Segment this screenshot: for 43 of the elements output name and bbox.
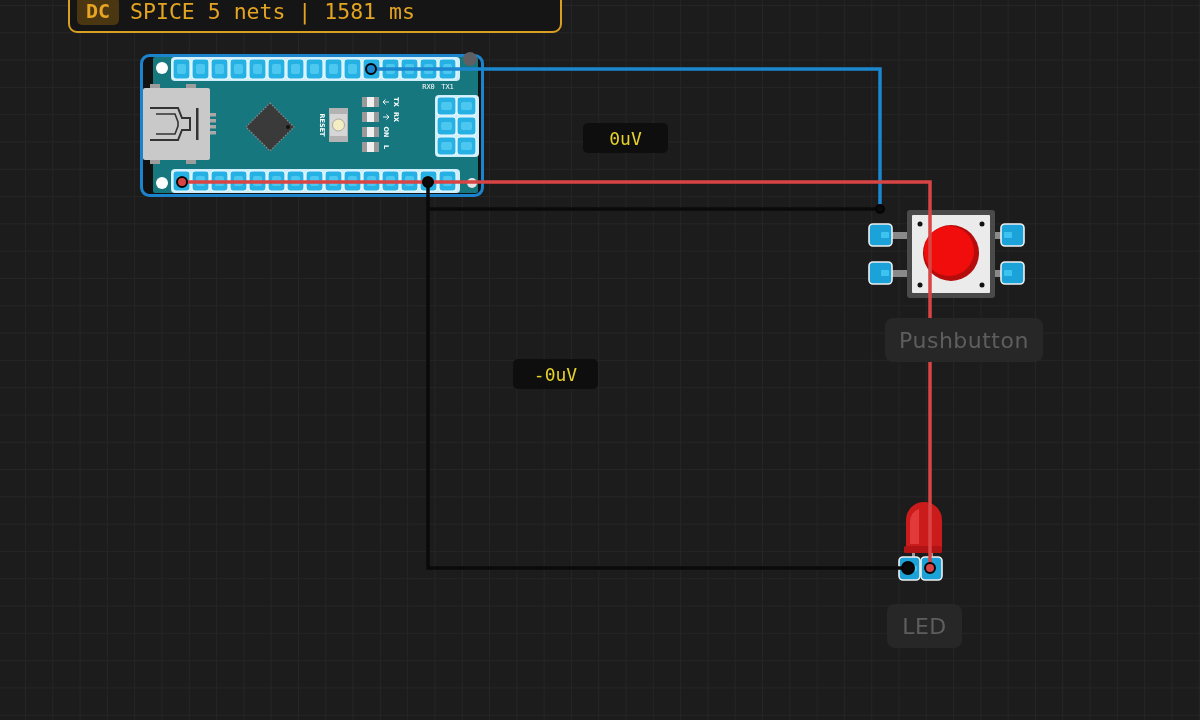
wire-end-dot-icon: [924, 562, 936, 574]
header-pin: [456, 96, 477, 116]
voltage-reading: 0uV: [583, 123, 668, 153]
header-pin: [172, 58, 191, 80]
header-pin: [324, 58, 343, 80]
mounting-hole-icon: [467, 178, 477, 188]
header-pin: [191, 58, 210, 80]
header-pin: [343, 58, 362, 80]
arrow-icon: [382, 99, 390, 105]
mode-badge: DC: [77, 0, 120, 25]
header-pin: [456, 136, 477, 156]
status-text: SPICE 5 nets | 1581 ms: [130, 0, 415, 24]
arrow-icon: [382, 114, 390, 120]
mounting-hole-icon: [156, 62, 168, 74]
terminal-pin: [1000, 223, 1025, 247]
header-pin: [210, 58, 229, 80]
wire-end-dot-icon: [422, 176, 434, 188]
wire-end-dot-icon: [875, 204, 885, 214]
header-pin: [305, 58, 324, 80]
reset-button-icon: [329, 108, 348, 142]
terminal-pin: [1000, 261, 1025, 285]
header-pin: [436, 96, 457, 116]
header-pin: [248, 58, 267, 80]
header-pin: [286, 58, 305, 80]
corner-dot-icon: [463, 52, 477, 66]
led-indicator-icon: [362, 127, 379, 137]
header-pin: [436, 136, 457, 156]
header-pin: [267, 58, 286, 80]
terminal-pin: [868, 261, 893, 285]
terminal-pin: [868, 223, 893, 247]
wire-end-dot-icon: [365, 63, 377, 75]
led-indicator-icon: [362, 97, 379, 107]
header-pin: [436, 116, 457, 136]
wire-end-dot-icon: [901, 561, 915, 575]
header-pin: [229, 58, 248, 80]
led-indicator-icon: [362, 142, 379, 152]
voltage-reading: -0uV: [513, 359, 598, 389]
microcontroller-chip: [245, 102, 295, 152]
mounting-hole-icon: [156, 177, 168, 189]
led-indicator-icon: [362, 112, 379, 122]
header-pin: [456, 116, 477, 136]
push-cap: [923, 225, 979, 281]
wire-end-dot-icon: [176, 176, 188, 188]
